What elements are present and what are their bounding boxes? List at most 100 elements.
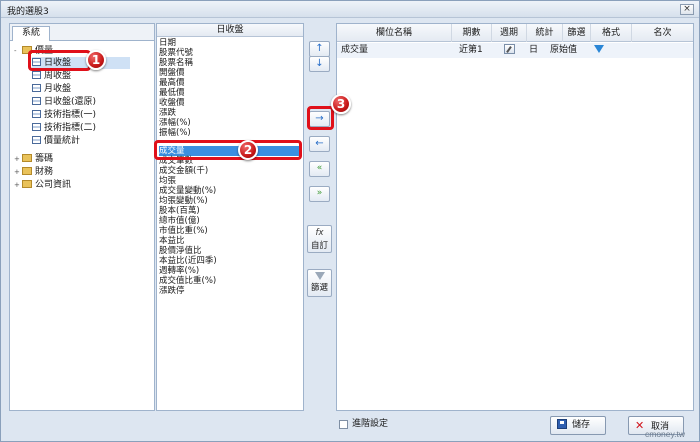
filter-label: 篩選	[310, 283, 328, 293]
fx-icon: fx	[315, 228, 324, 238]
field-list-panel: 日收盤 日期 股票代號 股票名稱 開盤價 最高價 最低價 收盤價 漲跌 漲幅(%…	[156, 23, 304, 411]
table-icon	[32, 110, 41, 118]
select-stock-dialog: 我的選股3 × 系統 - 價量 日收盤 周收盤 月收盤 日收盤(還原) 技術指標(…	[0, 0, 700, 442]
list-item[interactable]: 漲跌停	[159, 286, 301, 296]
expand-toggle-icon[interactable]: +	[14, 179, 22, 191]
title-bar: 我的選股3 ×	[1, 1, 699, 18]
column-header-field-name[interactable]: 欄位名稱	[337, 24, 452, 42]
remove-field-button[interactable]: ←	[309, 136, 330, 152]
highlight-box-daily-close	[28, 50, 91, 71]
cell-cycle[interactable]: 日	[529, 43, 538, 58]
tab-system[interactable]: 系統	[12, 26, 50, 41]
tree-node-price-volume-stats[interactable]: 價量統計	[32, 135, 80, 147]
table-icon	[32, 71, 41, 79]
filter-icon[interactable]	[594, 43, 604, 58]
list-item[interactable]: 最高價	[159, 78, 301, 88]
column-header-cycle[interactable]: 週期	[492, 24, 527, 42]
custom-formula-button[interactable]: fx 自訂	[307, 225, 332, 253]
list-item[interactable]: 股價淨值比	[159, 246, 301, 256]
advanced-settings-label: 進階設定	[352, 419, 389, 429]
tree-node-tech-indicator-1[interactable]: 技術指標(一)	[32, 109, 96, 121]
cell-period[interactable]: 近第1	[459, 43, 483, 58]
collapse-toggle-icon[interactable]: -	[14, 45, 22, 57]
save-icon	[557, 419, 567, 429]
list-item[interactable]: 本益比	[159, 236, 301, 246]
tree-node-weekly-close[interactable]: 周收盤	[32, 70, 71, 82]
tree-node-finance[interactable]: + 財務	[14, 166, 53, 178]
tree-node-label: 財務	[35, 167, 54, 177]
remove-all-button[interactable]: «	[309, 161, 330, 177]
list-item[interactable]: 振幅(%)	[159, 128, 301, 138]
tree-node-daily-close-adjusted[interactable]: 日收盤(還原)	[32, 96, 96, 108]
column-header-rank[interactable]: 名次	[632, 24, 693, 42]
folder-icon	[22, 180, 32, 188]
step-badge-3: 3	[331, 94, 351, 114]
tree-tabbar: 系統	[10, 24, 154, 41]
table-row[interactable]: 成交量 近第1 日 原始值	[337, 43, 693, 58]
list-item[interactable]: 成交金額(千)	[159, 166, 301, 176]
highlight-box-volume	[154, 140, 302, 160]
list-item[interactable]: 均張變動(%)	[159, 196, 301, 206]
watermark: cmoney.tw	[645, 429, 685, 439]
list-item[interactable]: 總市值(億)	[159, 216, 301, 226]
add-all-button[interactable]: »	[309, 186, 330, 202]
tree-node-label: 技術指標(一)	[44, 110, 97, 120]
list-item[interactable]: 股票名稱	[159, 58, 301, 68]
list-item[interactable]: 市值比重(%)	[159, 226, 301, 236]
table-icon	[32, 123, 41, 131]
move-down-button[interactable]: ↓	[309, 56, 330, 72]
tree-node-label: 周收盤	[44, 71, 72, 81]
tree-node-label: 日收盤(還原)	[44, 97, 97, 107]
list-item[interactable]: 收盤價	[159, 98, 301, 108]
column-header-format[interactable]: 格式	[591, 24, 632, 42]
close-icon[interactable]: ×	[680, 4, 694, 15]
filter-button[interactable]: 篩選	[307, 269, 332, 297]
column-header-stat[interactable]: 統計	[527, 24, 563, 42]
list-item[interactable]: 開盤價	[159, 68, 301, 78]
category-tree-panel: 系統 - 價量 日收盤 周收盤 月收盤 日收盤(還原) 技術指標(一) 技術指標(…	[9, 23, 155, 411]
list-item[interactable]: 股票代號	[159, 48, 301, 58]
tree-node-monthly-close[interactable]: 月收盤	[32, 83, 71, 95]
list-item[interactable]: 漲幅(%)	[159, 118, 301, 128]
tree-node-label: 籌碼	[35, 154, 54, 164]
tree-node-tech-indicator-2[interactable]: 技術指標(二)	[32, 122, 96, 134]
window-title: 我的選股3	[7, 7, 49, 17]
folder-icon	[22, 167, 32, 175]
save-label: 儲存	[572, 420, 591, 430]
filter-icon	[314, 272, 325, 280]
cell-stat[interactable]: 原始值	[550, 43, 577, 58]
column-header-filter[interactable]: 篩選	[563, 24, 591, 42]
custom-formula-label: 自訂	[310, 241, 328, 251]
list-item[interactable]: 週轉率(%)	[159, 266, 301, 276]
highlight-box-add-button	[307, 106, 334, 130]
advanced-settings-checkbox[interactable]	[339, 420, 348, 429]
tree-node-label: 技術指標(二)	[44, 123, 97, 133]
list-item[interactable]: 最低價	[159, 88, 301, 98]
grid-header: 欄位名稱 期數 週期 統計 篩選 格式 名次	[337, 24, 693, 42]
transfer-button-column: ↑ ↓ → ← « » fx 自訂 篩選	[307, 23, 333, 411]
column-header-period[interactable]: 期數	[452, 24, 492, 42]
list-item[interactable]: 漲跌	[159, 108, 301, 118]
edit-icon[interactable]	[504, 43, 515, 58]
selected-fields-grid: 欄位名稱 期數 週期 統計 篩選 格式 名次 成交量 近第1 日 原始值	[336, 23, 694, 411]
list-item[interactable]: 成交量變動(%)	[159, 186, 301, 196]
step-badge-1: 1	[86, 50, 106, 70]
table-icon	[32, 84, 41, 92]
table-icon	[32, 136, 41, 144]
tree-node-company-info[interactable]: + 公司資訊	[14, 179, 71, 191]
step-badge-2: 2	[238, 140, 258, 160]
folder-icon	[22, 154, 32, 162]
list-item[interactable]: 本益比(近四季)	[159, 256, 301, 266]
expand-toggle-icon[interactable]: +	[14, 153, 22, 165]
list-item[interactable]: 股本(百萬)	[159, 206, 301, 216]
list-item[interactable]: 均張	[159, 176, 301, 186]
tree-node-chips[interactable]: + 籌碼	[14, 153, 53, 165]
expand-toggle-icon[interactable]: +	[14, 166, 22, 178]
tree-node-label: 公司資訊	[35, 180, 72, 190]
cell-field-name: 成交量	[341, 45, 369, 55]
list-item[interactable]: 日期	[159, 38, 301, 48]
tree-node-label: 月收盤	[44, 84, 72, 94]
list-item[interactable]: 成交值比重(%)	[159, 276, 301, 286]
move-up-button[interactable]: ↑	[309, 41, 330, 57]
save-button[interactable]: 儲存	[550, 416, 606, 435]
